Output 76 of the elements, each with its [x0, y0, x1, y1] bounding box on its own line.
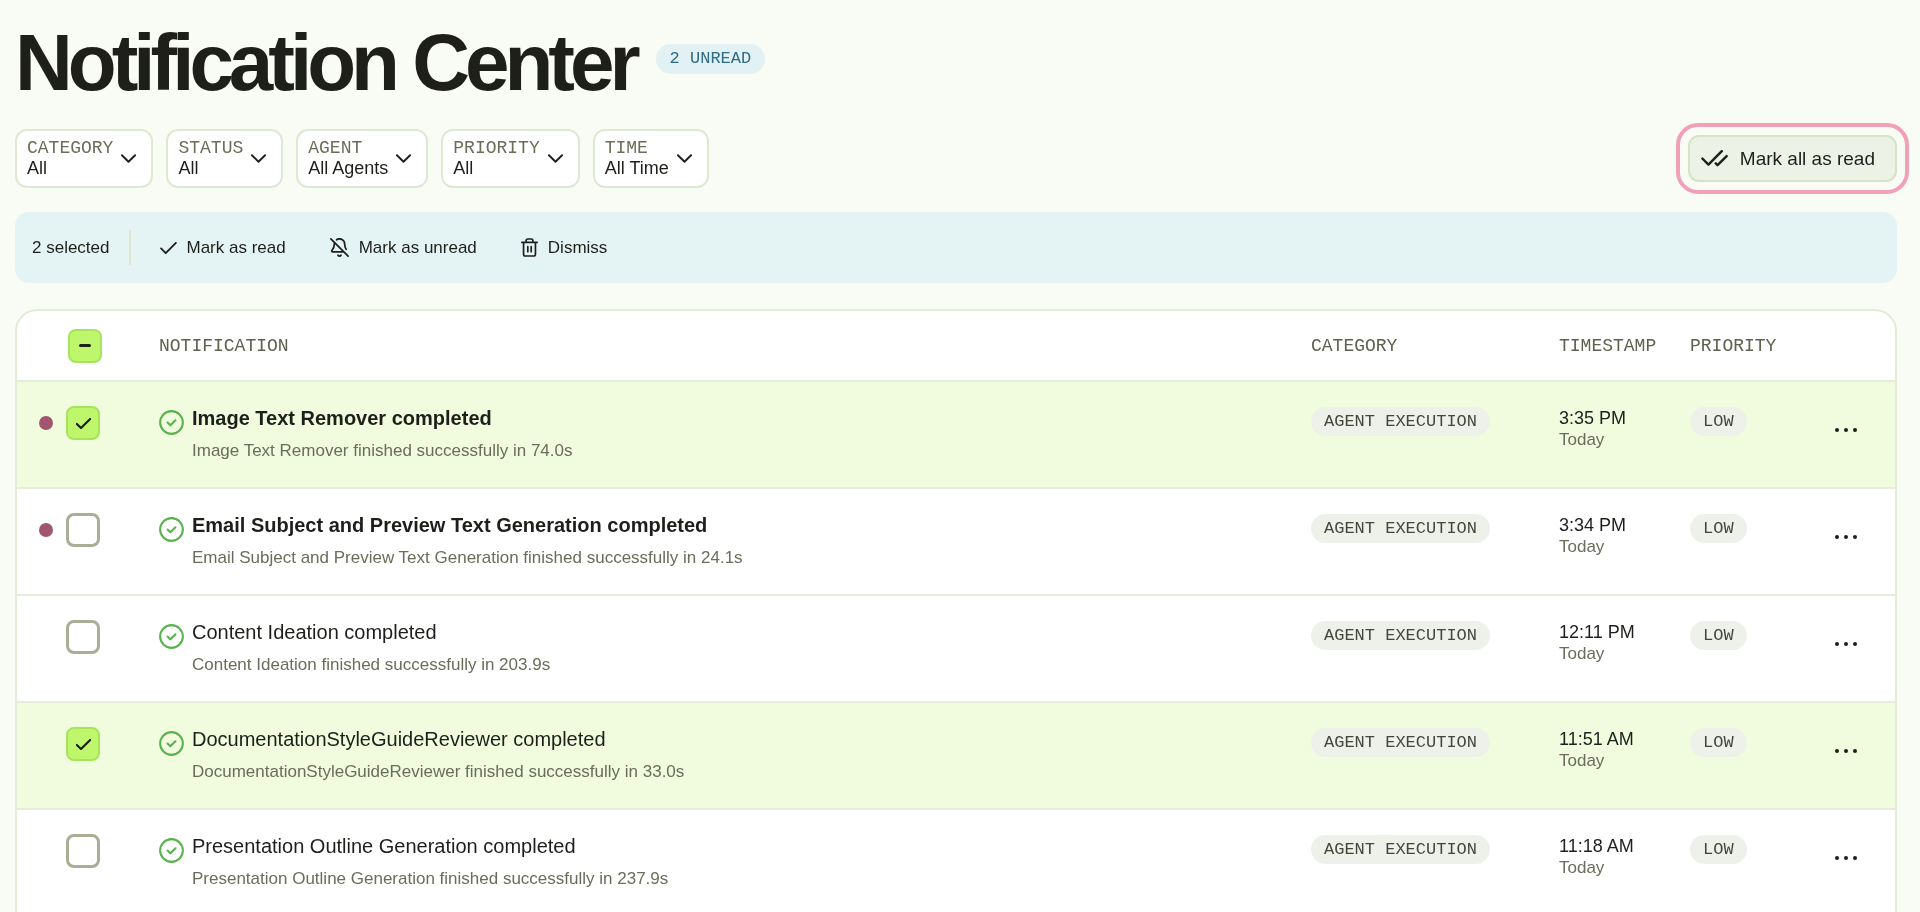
notification-title: Presentation Outline Generation completed — [192, 834, 576, 859]
mark-read-button[interactable]: Mark as read — [159, 237, 286, 258]
timestamp-date: Today — [1559, 643, 1605, 665]
trash-icon — [520, 238, 538, 257]
timestamp-time: 11:51 AM — [1559, 728, 1634, 750]
row-checkbox[interactable] — [66, 406, 100, 440]
notification-description: Presentation Outline Generation finished successfully in 237.9s — [192, 868, 669, 890]
ellipsis-icon — [1835, 642, 1857, 646]
checkmark-icon — [75, 417, 91, 429]
timestamp-date: Today — [1559, 750, 1605, 772]
row-checkbox[interactable] — [66, 513, 100, 547]
category-tag: AGENT EXECUTION — [1311, 728, 1491, 757]
category-tag: AGENT EXECUTION — [1311, 407, 1491, 436]
mark-unread-button[interactable]: Mark as unread — [329, 237, 477, 258]
priority-tag: LOW — [1690, 407, 1747, 436]
check-circle-icon — [159, 517, 184, 542]
priority-tag: LOW — [1690, 514, 1747, 543]
column-header: NOTIFICATION — [159, 335, 289, 356]
category-tag: AGENT EXECUTION — [1311, 514, 1491, 543]
category-tag: AGENT EXECUTION — [1311, 835, 1491, 864]
timestamp-time: 11:18 AM — [1559, 835, 1634, 857]
row-checkbox[interactable] — [66, 620, 100, 654]
ellipsis-icon — [1835, 856, 1857, 860]
priority-tag: LOW — [1690, 728, 1747, 757]
timestamp-time: 12:11 PM — [1559, 621, 1635, 643]
column-header: PRIORITY — [1690, 335, 1777, 356]
chevron-down-icon — [547, 153, 563, 163]
double-check-icon — [1700, 150, 1728, 167]
dismiss-button[interactable]: Dismiss — [520, 237, 608, 258]
check-circle-icon — [159, 624, 184, 649]
notification-title: Email Subject and Preview Text Generation completed — [192, 513, 708, 538]
minus-icon — [79, 344, 91, 347]
timestamp-time: 3:34 PM — [1559, 514, 1627, 536]
row-checkbox[interactable] — [66, 834, 100, 868]
ellipsis-icon — [1835, 749, 1857, 753]
column-header: TIMESTAMP — [1559, 335, 1657, 356]
notification-row[interactable]: Image Text Remover completed Image Text Remover finished successfully in 74.0s AGENT EXECUTION 3:35 PM Today LOW — [17, 382, 1895, 489]
bell-off-icon — [329, 238, 349, 257]
chevron-down-icon — [251, 153, 267, 163]
notification-title: Content Ideation completed — [192, 620, 437, 645]
priority-tag: LOW — [1690, 835, 1747, 864]
timestamp-date: Today — [1559, 429, 1605, 451]
notification-description: DocumentationStyleGuideReviewer finished successfully in 33.0s — [192, 761, 685, 783]
notification-title: DocumentationStyleGuideReviewer completed — [192, 727, 606, 752]
notification-row[interactable]: DocumentationStyleGuideReviewer completed DocumentationStyleGuideReviewer finished successfully in 33.0s AGENT EXECUTION 11:51 AM Today LOW — [17, 703, 1895, 810]
chevron-down-icon — [121, 153, 137, 163]
chevron-down-icon — [396, 153, 412, 163]
check-circle-icon — [159, 731, 184, 756]
unread-count-badge: 2 UNREAD — [655, 44, 766, 74]
timestamp-date: Today — [1559, 857, 1605, 879]
timestamp-time: 3:35 PM — [1559, 407, 1627, 429]
checkmark-icon — [75, 738, 91, 750]
select-all-checkbox[interactable] — [68, 328, 102, 363]
column-header: CATEGORY — [1311, 335, 1398, 356]
filter-dropdown[interactable]: PRIORITY All — [441, 129, 580, 188]
notification-description: Image Text Remover finished successfully in 74.0s — [192, 440, 573, 462]
check-icon — [159, 241, 177, 254]
timestamp-date: Today — [1559, 536, 1605, 558]
selection-count: 2 selected — [32, 237, 110, 258]
row-checkbox[interactable] — [66, 727, 100, 761]
priority-tag: LOW — [1690, 621, 1747, 650]
filter-dropdown[interactable]: AGENT All Agents — [296, 129, 429, 188]
page-title: Notification Center — [15, 23, 636, 103]
chevron-down-icon — [676, 153, 692, 163]
filter-dropdown[interactable]: TIME All Time — [592, 129, 709, 188]
ellipsis-icon — [1835, 428, 1857, 432]
filter-dropdown[interactable]: STATUS All — [166, 129, 284, 188]
notification-title: Image Text Remover completed — [192, 406, 492, 431]
mark-all-read-button[interactable]: Mark all as read — [1687, 135, 1897, 182]
check-circle-icon — [159, 410, 184, 435]
category-tag: AGENT EXECUTION — [1311, 621, 1491, 650]
filter-dropdown[interactable]: CATEGORY All — [15, 129, 154, 188]
notification-description: Content Ideation finished successfully in 203.9s — [192, 654, 551, 676]
ellipsis-icon — [1835, 535, 1857, 539]
notification-description: Email Subject and Preview Text Generation finished successfully in 24.1s — [192, 547, 743, 569]
check-circle-icon — [159, 838, 184, 863]
